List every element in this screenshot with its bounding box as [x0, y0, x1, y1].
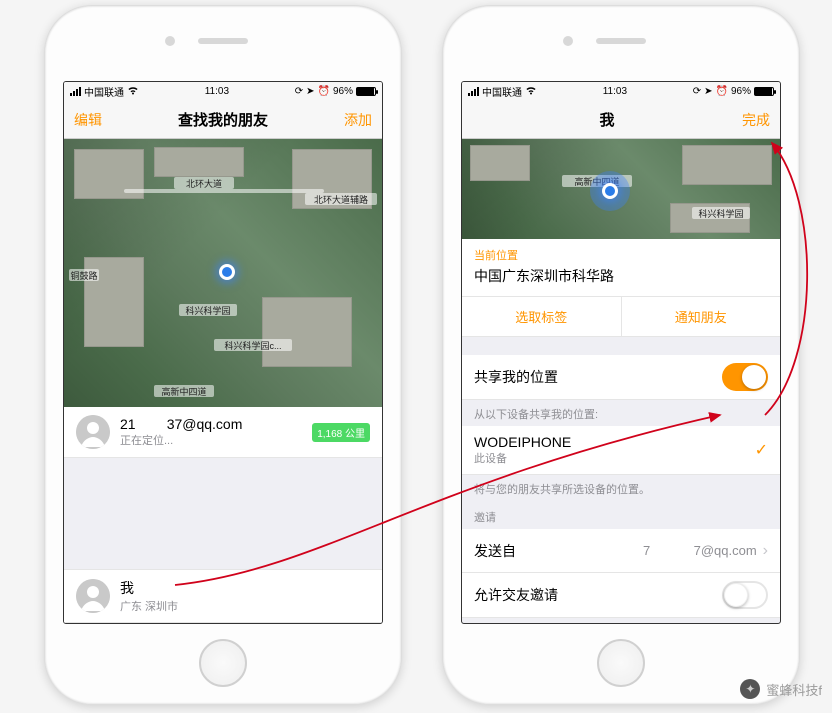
- watermark: ✦ 蜜蜂科技f: [740, 679, 822, 699]
- poi-label: 科兴科学园: [692, 207, 750, 219]
- share-location-toggle[interactable]: [722, 363, 768, 391]
- send-from-label: 发送自: [474, 541, 643, 561]
- friend-status: 正在定位...: [120, 432, 312, 448]
- invite-header: 邀请: [462, 503, 780, 529]
- home-button[interactable]: [199, 639, 247, 687]
- orientation-lock-icon: ⟳: [693, 86, 701, 97]
- notify-friends-button[interactable]: 通知朋友: [622, 297, 781, 336]
- me-row[interactable]: 我 广东 深圳市: [64, 569, 382, 623]
- road-label: 北环大道辅路: [305, 193, 377, 205]
- choose-tag-button[interactable]: 选取标签: [462, 297, 622, 336]
- speaker: [198, 38, 248, 44]
- phone-right: 中国联通 11:03 ⟳ ➤ ⏰ 96% 我 完成 高新中四道: [442, 5, 800, 705]
- current-location-label: 当前位置: [474, 247, 768, 263]
- orientation-lock-icon: ⟳: [295, 86, 303, 97]
- camera-dot: [563, 36, 573, 46]
- me-location: 广东 深圳市: [120, 598, 370, 614]
- avatar: [76, 579, 110, 613]
- wechat-icon: ✦: [740, 679, 760, 699]
- my-location-dot: [219, 264, 235, 280]
- me-label: 我: [120, 578, 370, 598]
- poi-label: 科兴科学园: [179, 304, 237, 316]
- add-button[interactable]: 添加: [344, 110, 372, 130]
- page-title: 我: [599, 109, 614, 130]
- send-from-row[interactable]: 发送自 7 7@qq.com ›: [462, 529, 780, 573]
- send-from-value: 7 7@qq.com: [643, 543, 757, 558]
- clock: 11:03: [205, 86, 229, 97]
- alarm-icon: ⏰: [716, 86, 728, 97]
- devices-header: 从以下设备共享我的位置:: [462, 400, 780, 426]
- map-view[interactable]: 高新中四道 科兴科学园: [462, 139, 780, 239]
- avatar: [76, 415, 110, 449]
- wifi-icon: [525, 86, 537, 98]
- clock: 11:03: [603, 86, 627, 97]
- map-view[interactable]: 北环大道 北环大道辅路 科兴科学园 科兴科学园c... 铜鼓路 高新中四道: [64, 139, 382, 407]
- alarm-icon: ⏰: [318, 86, 330, 97]
- my-location-dot: [602, 183, 618, 199]
- location-icon: ➤: [306, 86, 314, 97]
- checkmark-icon: ✓: [755, 440, 768, 460]
- allow-invite-toggle[interactable]: [722, 581, 768, 609]
- signal-icon: [468, 87, 479, 96]
- carrier-label: 中国联通: [84, 84, 124, 99]
- poi-label: 科兴科学园c...: [214, 339, 292, 351]
- nav-bar: 编辑 查找我的朋友 添加: [64, 101, 382, 139]
- chevron-right-icon: ›: [763, 542, 768, 560]
- allow-invite-label: 允许交友邀请: [474, 585, 722, 605]
- devices-footer: 将与您的朋友共享所选设备的位置。: [462, 475, 780, 503]
- current-location-card: 当前位置 中国广东深圳市科华路: [462, 239, 780, 297]
- share-location-label: 共享我的位置: [474, 367, 722, 387]
- share-location-row: 共享我的位置: [462, 355, 780, 400]
- device-name: WODEIPHONE: [474, 434, 755, 450]
- friend-name: 21 37@qq.com: [120, 416, 312, 432]
- wifi-icon: [127, 86, 139, 98]
- done-button[interactable]: 完成: [742, 110, 770, 130]
- allow-invite-row: 允许交友邀请: [462, 573, 780, 618]
- edit-button[interactable]: 编辑: [74, 110, 102, 130]
- battery-percent: 96%: [731, 86, 751, 97]
- home-button[interactable]: [597, 639, 645, 687]
- screen-left: 中国联通 11:03 ⟳ ➤ ⏰ 96% 编辑 查找我的朋友 添加: [63, 81, 383, 624]
- signal-icon: [70, 87, 81, 96]
- device-sub: 此设备: [474, 450, 755, 466]
- distance-badge: 1,168 公里: [312, 423, 370, 442]
- battery-icon: [356, 87, 376, 96]
- speaker: [596, 38, 646, 44]
- battery-icon: [754, 87, 774, 96]
- status-bar: 中国联通 11:03 ⟳ ➤ ⏰ 96%: [64, 82, 382, 101]
- friend-row[interactable]: 21 37@qq.com 正在定位... 1,168 公里: [64, 407, 382, 458]
- status-bar: 中国联通 11:03 ⟳ ➤ ⏰ 96%: [462, 82, 780, 101]
- current-location-address: 中国广东深圳市科华路: [474, 266, 768, 286]
- road-label: 铜鼓路: [69, 269, 99, 281]
- phone-left: 中国联通 11:03 ⟳ ➤ ⏰ 96% 编辑 查找我的朋友 添加: [44, 5, 402, 705]
- camera-dot: [165, 36, 175, 46]
- carrier-label: 中国联通: [482, 84, 522, 99]
- screen-right: 中国联通 11:03 ⟳ ➤ ⏰ 96% 我 完成 高新中四道: [461, 81, 781, 624]
- road-label: 高新中四道: [154, 385, 214, 397]
- road-label: 北环大道: [174, 177, 234, 189]
- action-row: 选取标签 通知朋友: [462, 297, 780, 337]
- watermark-text: 蜜蜂科技f: [766, 680, 822, 699]
- nav-bar: 我 完成: [462, 101, 780, 139]
- battery-percent: 96%: [333, 86, 353, 97]
- device-row[interactable]: WODEIPHONE 此设备 ✓: [462, 426, 780, 475]
- page-title: 查找我的朋友: [178, 109, 268, 130]
- location-icon: ➤: [704, 86, 712, 97]
